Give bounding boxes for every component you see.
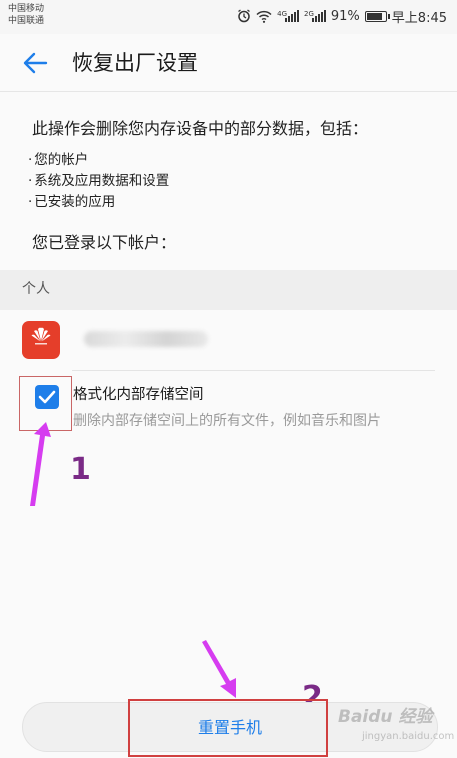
wifi-icon [256, 10, 272, 23]
battery-percent: 91% [330, 8, 360, 24]
status-bar: 中国移动 中国联通 4G 2G 91% 早上8:45 [0, 0, 457, 34]
signal-icon: 4G [277, 10, 299, 22]
huawei-logo-icon [22, 321, 60, 359]
list-item: 您的帐户 [28, 150, 169, 171]
warning-description: 此操作会删除您内存设备中的部分数据，包括： [32, 119, 369, 138]
annotation-arrow-icon-1 [30, 422, 51, 506]
section-header-personal: 个人 [0, 270, 457, 310]
option-title: 格式化内部存储空间 [73, 387, 204, 403]
carrier-2: 中国联通 [8, 16, 45, 26]
divider [72, 370, 435, 371]
logged-in-label: 您已登录以下帐户： [32, 233, 177, 252]
list-item: 系统及应用数据和设置 [28, 171, 169, 192]
signal-tag-2: 2G [304, 10, 314, 18]
alarm-icon [238, 9, 250, 23]
list-item: 已安装的应用 [28, 192, 169, 213]
battery-fill [366, 12, 382, 20]
carrier-info: 中国移动 中国联通 [8, 3, 44, 27]
annotation-arrow-icon-2 [202, 640, 236, 698]
option-description: 删除内部存储空间上的所有文件，例如音乐和图片 [73, 413, 381, 429]
signal-icon-2: 2G [304, 10, 326, 22]
baidu-watermark: Baidu 经验 [338, 707, 433, 727]
section-title: 个人 [22, 281, 50, 297]
arrow-left-icon[interactable] [18, 48, 52, 78]
annotation-marker-1: 1 [70, 452, 91, 487]
status-icons: 4G 2G 91% 早上8:45 [237, 6, 447, 26]
carrier-1: 中国移动 [8, 4, 45, 14]
data-list: 您的帐户 系统及应用数据和设置 已安装的应用 [28, 150, 169, 213]
app-header: 恢复出厂设置 [0, 34, 457, 92]
annotation-highlight-box-2 [128, 699, 328, 757]
battery-icon [364, 10, 390, 22]
baidu-watermark-url: jingyan.baidu.com [362, 731, 455, 742]
status-time: 早上8:45 [391, 10, 447, 26]
signal-tag-1: 4G [277, 10, 287, 18]
page-title: 恢复出厂设置 [72, 51, 198, 75]
account-name-blurred [84, 331, 208, 347]
account-row [0, 310, 457, 370]
